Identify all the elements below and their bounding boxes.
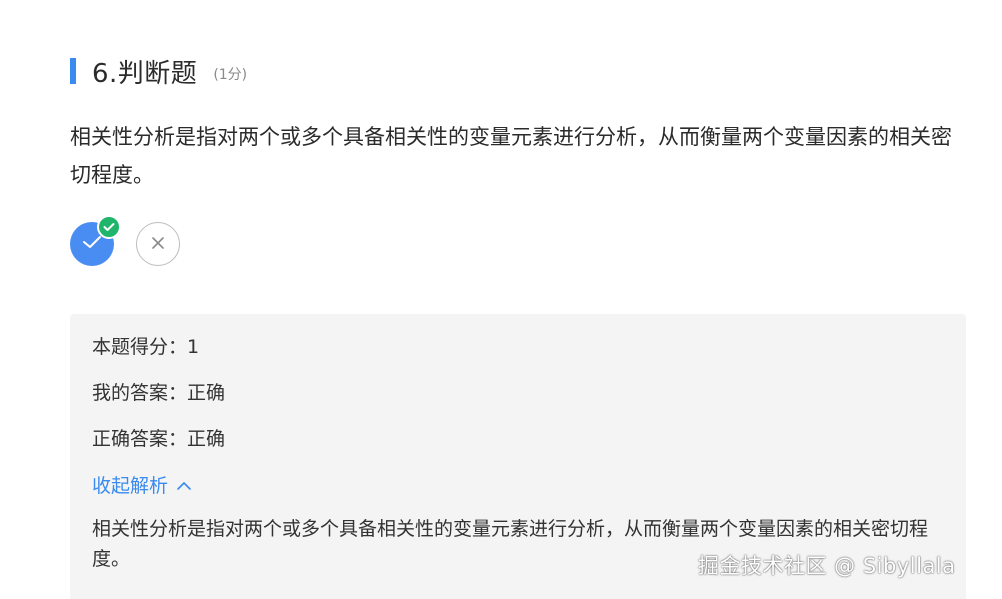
toggle-label: 收起解析 [92,475,169,497]
title-accent-bar [70,58,76,84]
question-stem: 相关性分析是指对两个或多个具备相关性的变量元素进行分析，从而衡量两个变量因素的相… [70,125,952,187]
question-page: 6.判断题 (1分) 相关性分析是指对两个或多个具备相关性的变量元素进行分析，从… [0,0,1002,599]
false-option-button[interactable] [136,222,180,266]
close-icon [151,235,165,254]
check-icon [82,234,102,254]
check-badge-icon [97,215,121,239]
question-title: 6.判断题 [92,58,198,89]
answer-options [70,215,180,266]
true-option-button[interactable] [70,215,121,266]
collapse-analysis-toggle[interactable]: 收起解析 [92,471,192,498]
correct-answer: 正确答案：正确 [92,428,226,450]
chevron-up-icon [168,474,192,496]
watermark: 掘金技术社区 @ Sibyllala [698,554,956,578]
my-answer: 我的答案：正确 [92,382,226,404]
question-score: (1分) [213,67,248,83]
question-header: 6.判断题 (1分) [70,52,247,90]
question-score-result: 本题得分：1 [92,336,200,358]
